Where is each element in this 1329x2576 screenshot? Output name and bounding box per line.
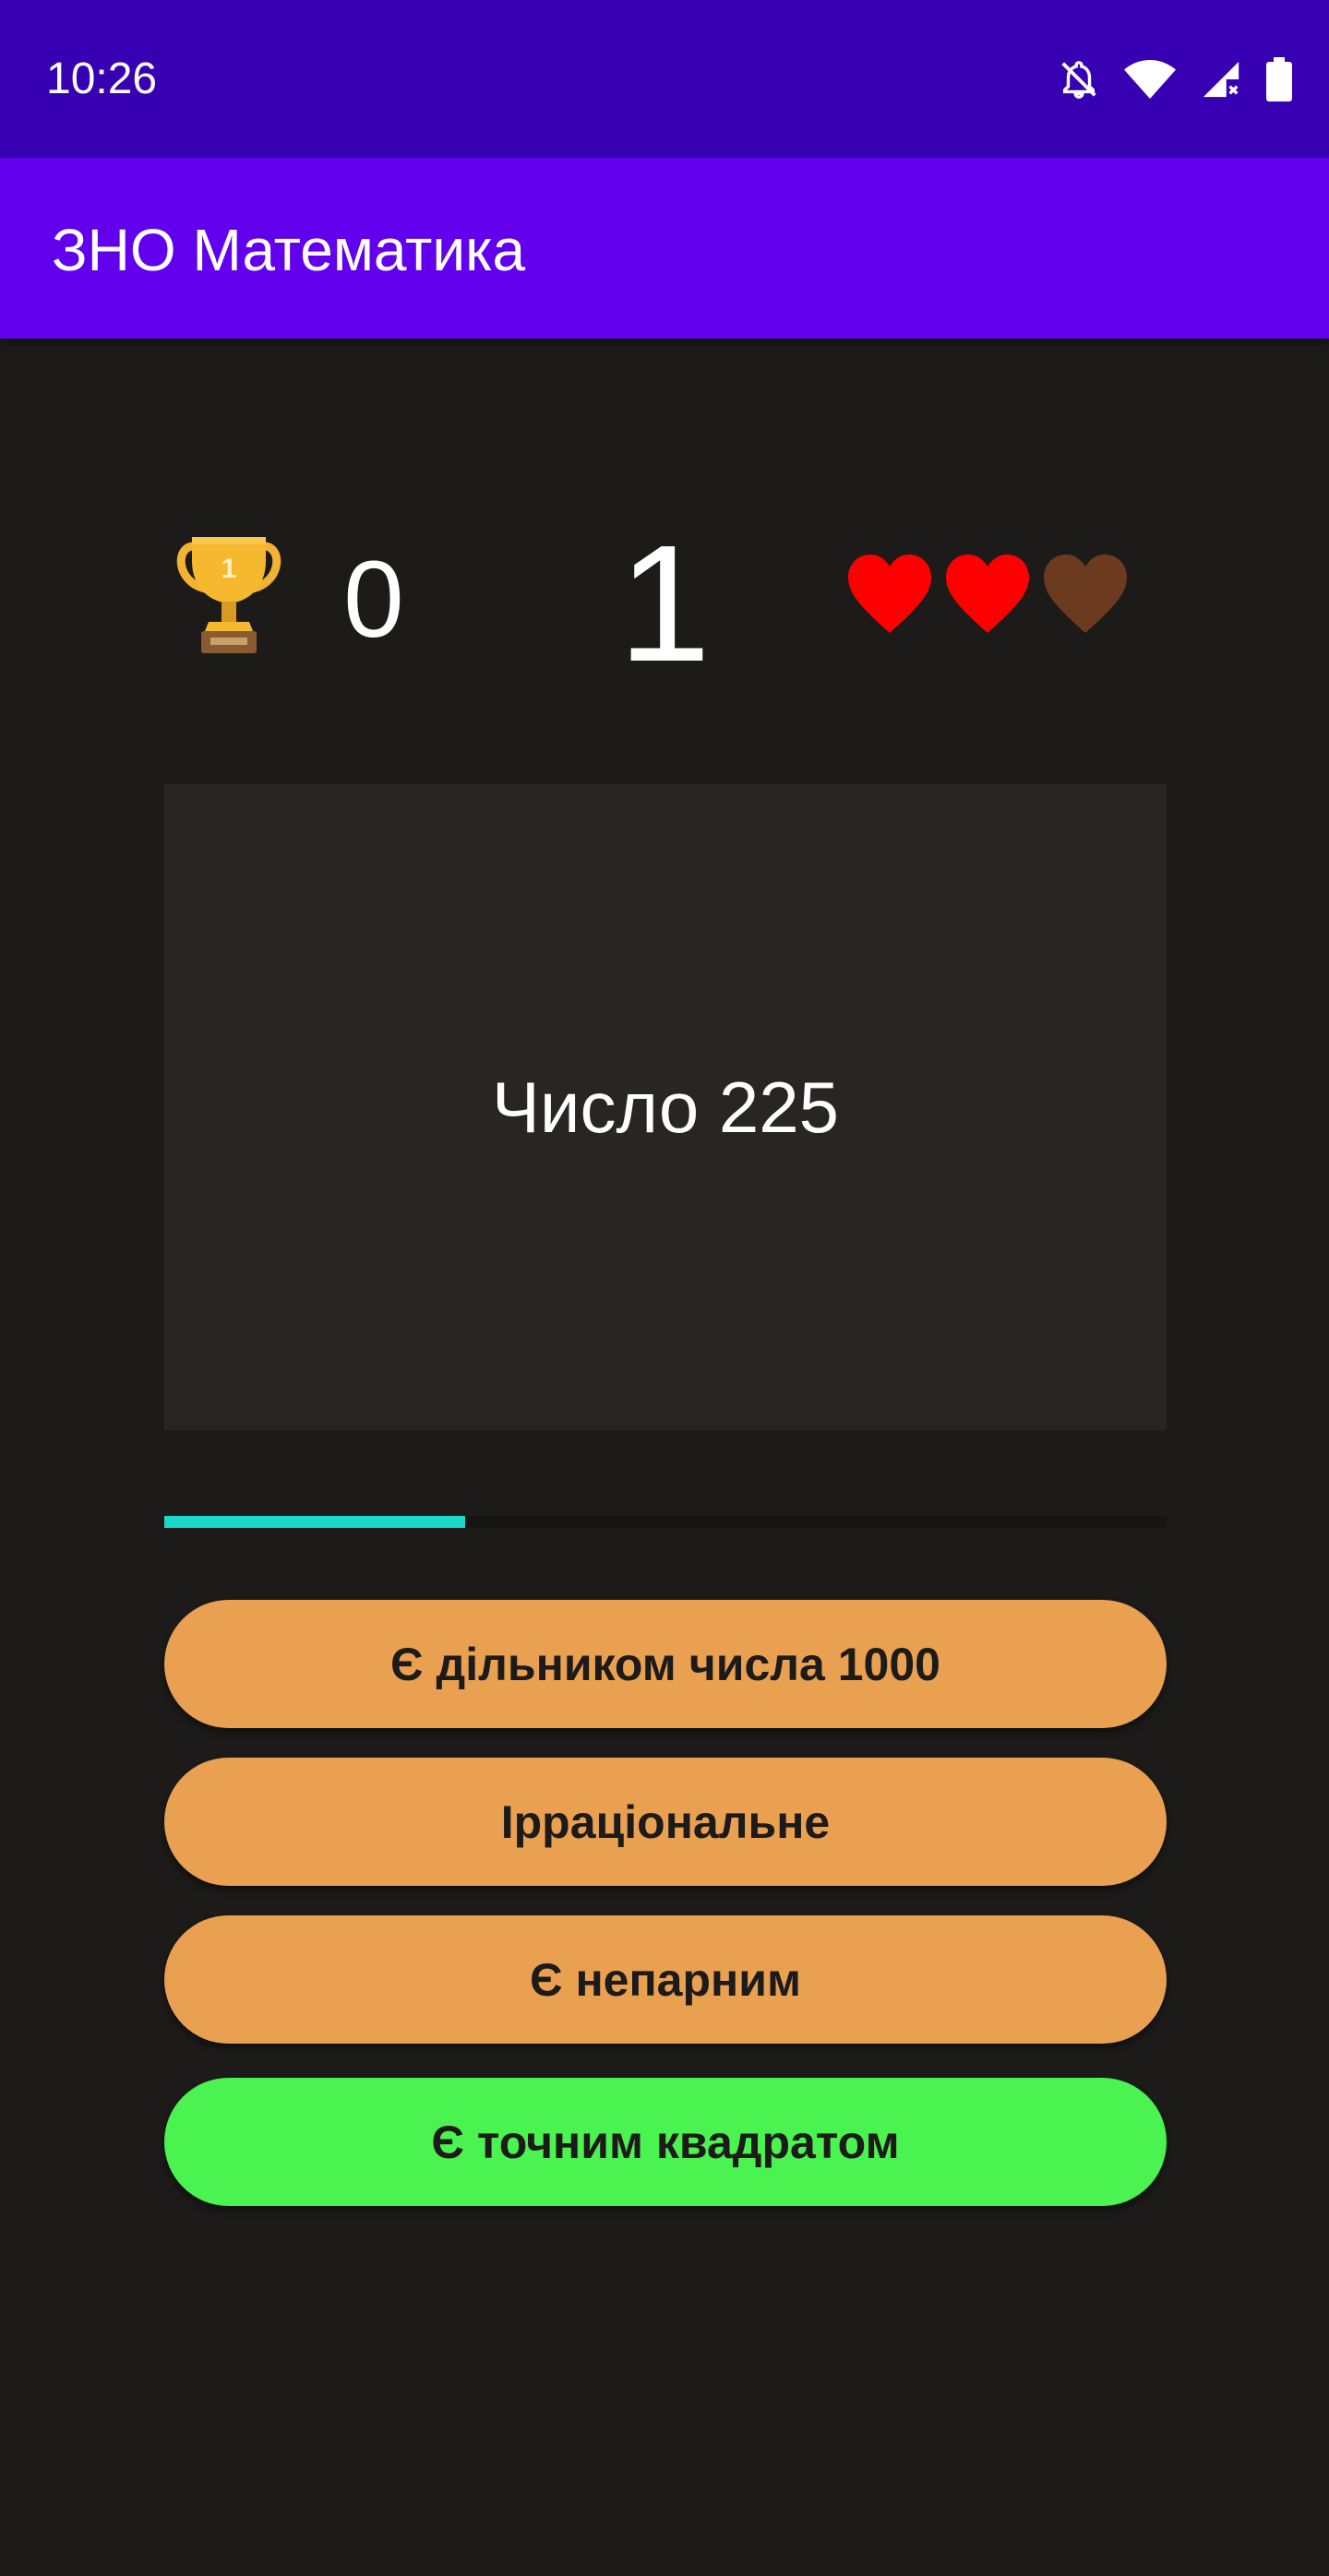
- answer-button-3[interactable]: Є непарним: [164, 1915, 1167, 2044]
- app-bar: ЗНО Математика: [0, 158, 1329, 339]
- answer-label: Ірраціональне: [500, 1795, 831, 1848]
- answer-button-4[interactable]: Є точним квадратом: [164, 2078, 1167, 2206]
- battery-icon: [1266, 57, 1292, 101]
- timer-progress-fill: [164, 1516, 465, 1528]
- lives-indicator: [844, 552, 1131, 637]
- question-number: 1: [617, 511, 712, 697]
- quiz-screen: 10:26 ЗНО Математика 1 0 1 Число 225 Є д…: [0, 0, 1329, 2576]
- wifi-icon: [1124, 59, 1176, 100]
- status-bar: 10:26: [0, 0, 1329, 158]
- answer-label: Є непарним: [530, 1953, 801, 2006]
- answer-button-2[interactable]: Ірраціональне: [164, 1758, 1167, 1886]
- heart-empty-icon: [1044, 555, 1127, 633]
- heart-full-icon: [946, 555, 1029, 633]
- signal-no-data-icon: [1200, 58, 1242, 101]
- trophy-icon: 1: [174, 533, 284, 655]
- status-time: 10:26: [46, 54, 158, 103]
- answer-label: Є точним квадратом: [431, 2116, 900, 2168]
- answer-label: Є дільником числа 1000: [390, 1638, 940, 1690]
- timer-progress-bar: [164, 1516, 1167, 1528]
- app-title: ЗНО Математика: [52, 217, 526, 283]
- score-value: 0: [343, 539, 404, 661]
- question-card: Число 225: [164, 784, 1167, 1430]
- answer-button-1[interactable]: Є дільником числа 1000: [164, 1600, 1167, 1728]
- question-text: Число 225: [491, 1066, 840, 1148]
- notifications-off-icon: [1058, 57, 1100, 101]
- status-icons: [1058, 54, 1292, 105]
- heart-full-icon: [848, 555, 931, 633]
- svg-text:1: 1: [222, 554, 237, 584]
